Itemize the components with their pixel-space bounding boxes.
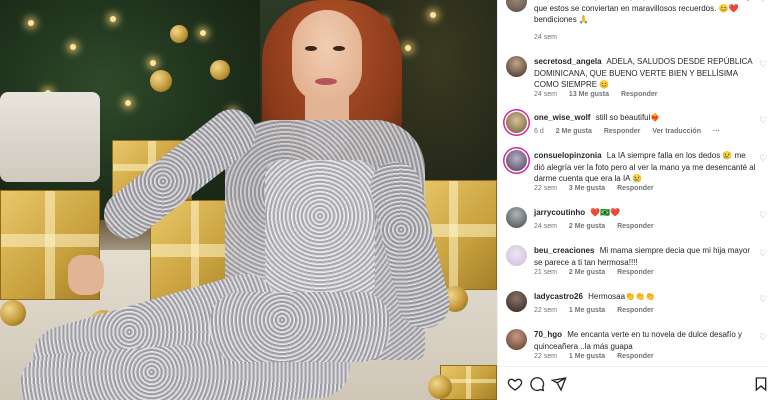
- like-heart-icon[interactable]: ♡: [759, 60, 768, 69]
- comment-text: todos sus seres queridos, que pasen exce…: [534, 0, 751, 24]
- eye: [333, 46, 345, 51]
- bookmark-icon[interactable]: [753, 376, 768, 392]
- paper-plane-icon[interactable]: [551, 376, 567, 392]
- ornament: [428, 375, 452, 399]
- hand: [68, 255, 104, 295]
- ellipsis-icon[interactable]: ···: [713, 128, 720, 135]
- like-heart-icon[interactable]: ♡: [759, 211, 768, 220]
- cushion: [0, 92, 100, 182]
- comment-username[interactable]: beu_creaciones: [534, 246, 594, 255]
- tree-light: [125, 100, 131, 106]
- ornament: [0, 300, 26, 326]
- comment-time: 21 sem: [534, 269, 557, 276]
- sequin-top: [265, 160, 375, 300]
- like-heart-icon[interactable]: ♡: [759, 249, 768, 258]
- ornament: [150, 70, 172, 92]
- post-image[interactable]: [0, 0, 497, 400]
- comment-time: 6 d: [534, 128, 544, 135]
- comment-time: 22 sem: [534, 185, 557, 192]
- avatar[interactable]: [506, 329, 527, 350]
- comment-text: ❤️🇧🇷❤️: [590, 208, 621, 217]
- tree-light: [405, 45, 411, 51]
- heart-outline-icon[interactable]: [507, 376, 523, 392]
- reply-button[interactable]: Responder: [617, 307, 654, 314]
- eye: [305, 46, 317, 51]
- face: [292, 10, 362, 102]
- comment-username[interactable]: secretosd_angela: [534, 57, 602, 66]
- avatar[interactable]: [506, 245, 527, 266]
- tree-light: [200, 30, 206, 36]
- comment-likes[interactable]: 2 Me gusta: [569, 223, 605, 230]
- reply-button[interactable]: Responder: [617, 223, 654, 230]
- comment-username[interactable]: ladycastro26: [534, 292, 583, 301]
- like-heart-icon[interactable]: ♡: [759, 333, 768, 342]
- like-heart-icon[interactable]: ♡: [759, 295, 768, 304]
- comment-time: 22 sem: [534, 307, 557, 314]
- comment-username[interactable]: jarrycoutinho: [534, 208, 585, 217]
- tree-light: [430, 12, 436, 18]
- comment-time: 24 sem: [534, 34, 557, 41]
- post-actions: [498, 366, 768, 400]
- comment-likes[interactable]: 2 Me gusta: [556, 128, 592, 135]
- comment-time: 22 sem: [534, 353, 557, 360]
- avatar[interactable]: [506, 112, 527, 133]
- comment-username[interactable]: consuelopinzonia: [534, 151, 602, 160]
- comment-likes[interactable]: 3 Me gusta: [569, 185, 605, 192]
- translate-button[interactable]: Ver traducción: [652, 128, 701, 135]
- ornament: [170, 25, 188, 43]
- like-heart-icon[interactable]: ♡: [759, 116, 768, 125]
- comment-likes[interactable]: 13 Me gusta: [569, 91, 609, 98]
- comment-time: 24 sem: [534, 223, 557, 230]
- comment-bubble-icon[interactable]: [529, 376, 545, 392]
- comment-likes[interactable]: 1 Me gusta: [569, 307, 605, 314]
- comments-panel: todos sus seres queridos, que pasen exce…: [497, 0, 768, 400]
- lips: [315, 78, 337, 85]
- tree-light: [110, 16, 116, 22]
- like-heart-icon[interactable]: ♡: [759, 154, 768, 163]
- comment-text: Me encanta verte en tu novela de dulce d…: [534, 330, 743, 351]
- reply-button[interactable]: Responder: [621, 91, 658, 98]
- reply-button[interactable]: Responder: [617, 185, 654, 192]
- comment-likes[interactable]: 1 Me gusta: [569, 353, 605, 360]
- avatar[interactable]: [506, 207, 527, 228]
- avatar[interactable]: [506, 56, 527, 77]
- like-heart-icon[interactable]: ♡: [759, 0, 768, 4]
- comment-time: 24 sem: [534, 91, 557, 98]
- tree-light: [70, 44, 76, 50]
- comment-text: Hermosaa👏👏👏: [588, 292, 655, 301]
- reply-button[interactable]: Responder: [617, 269, 654, 276]
- hip: [210, 292, 390, 362]
- reply-button[interactable]: Responder: [617, 353, 654, 360]
- comment-text: still so beautiful❤️‍🔥: [595, 113, 661, 122]
- tree-light: [28, 20, 34, 26]
- comment-username[interactable]: one_wise_wolf: [534, 113, 590, 122]
- reply-button[interactable]: Responder: [604, 128, 641, 135]
- avatar[interactable]: [506, 291, 527, 312]
- avatar[interactable]: [506, 150, 527, 171]
- tree-light: [150, 60, 156, 66]
- comment-likes[interactable]: 2 Me gusta: [569, 269, 605, 276]
- comment-username[interactable]: 70_hgo: [534, 330, 562, 339]
- avatar[interactable]: [506, 0, 527, 12]
- comments-list[interactable]: todos sus seres queridos, que pasen exce…: [498, 0, 768, 366]
- ornament: [210, 60, 230, 80]
